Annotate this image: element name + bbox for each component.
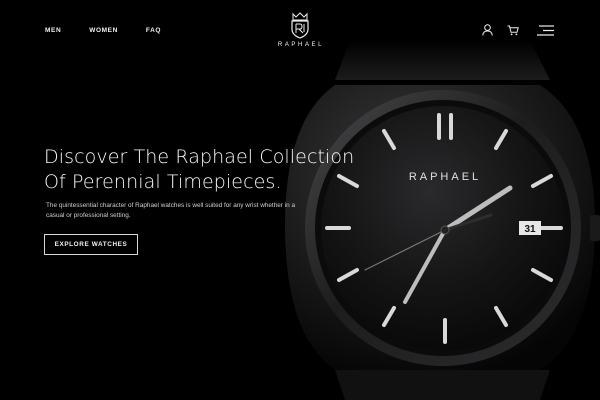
user-icon[interactable]: [482, 24, 493, 36]
hero-description: The quintessential character of Raphael …: [46, 202, 296, 219]
date-window: 31: [524, 224, 536, 235]
hero-title: Discover The Raphael Collection Of Peren…: [44, 145, 374, 195]
nav-men[interactable]: MEN: [45, 27, 61, 34]
nav-women[interactable]: WOMEN: [89, 27, 118, 34]
dial-brand-text: RAPHAEL: [409, 171, 481, 183]
cart-icon[interactable]: [507, 25, 519, 36]
main-nav: MEN WOMEN FAQ: [45, 27, 161, 34]
hamburger-menu-icon[interactable]: [537, 24, 554, 36]
crest-logo-icon: [291, 12, 309, 39]
brand-name: RAPHAEL: [277, 42, 325, 48]
hero-title-line-1: Discover The Raphael Collection: [44, 146, 355, 168]
landing-page: 31 RAPHAEL MEN WOMEN FAQ RAPHAEL Discove…: [0, 0, 600, 400]
nav-faq[interactable]: FAQ: [146, 27, 161, 34]
hero-watch-image: 31 RAPHAEL: [285, 40, 600, 400]
header-actions: [482, 24, 554, 36]
explore-watches-button[interactable]: EXPLORE WATCHES: [44, 234, 138, 255]
hero-title-line-2: Of Perennial Timepieces.: [44, 171, 282, 193]
brand-logo[interactable]: RAPHAEL: [272, 12, 328, 48]
